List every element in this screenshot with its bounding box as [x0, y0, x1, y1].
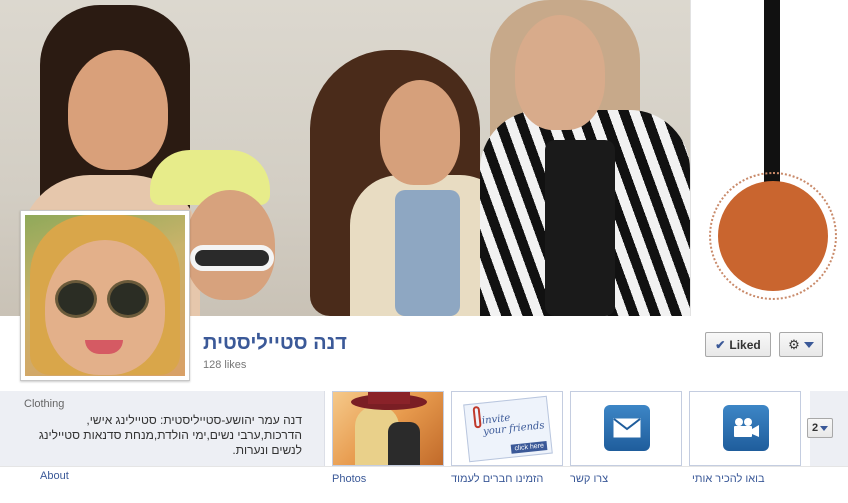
facebook-page: דנה סטייליסטית 128 likes ✔ Liked ⚙ Cloth…	[0, 0, 848, 503]
app-invite-friends-label[interactable]: הזמינו חברים לעמוד	[451, 473, 543, 485]
app-photos[interactable]	[332, 391, 444, 466]
app-meet-me-label[interactable]: בואו להכיר אותי	[692, 473, 765, 485]
app-invite-friends[interactable]: invite your friends click here	[451, 391, 563, 466]
sunglasses-right-lens	[107, 280, 149, 318]
paperclip-icon	[472, 405, 482, 429]
photos-thumbnail	[333, 392, 443, 465]
page-about-text: דנה עמר יהושע-סטייליסטית: סטיילינג אישי,…	[38, 413, 302, 457]
page-category: Clothing	[24, 398, 65, 410]
page-title[interactable]: דנה סטייליסטית	[203, 332, 347, 355]
checkmark-icon: ✔	[715, 337, 726, 352]
invite-friends-card: invite your friends click here	[463, 395, 553, 463]
caret-down-icon	[803, 341, 814, 348]
profile-picture[interactable]	[20, 210, 190, 381]
app-photos-label[interactable]: Photos	[332, 473, 366, 485]
more-apps-count: 2	[811, 422, 819, 434]
gear-icon: ⚙	[788, 336, 800, 352]
app-meet-me[interactable]	[689, 391, 801, 466]
brand-logo	[690, 0, 848, 316]
liked-button[interactable]: ✔ Liked	[705, 332, 771, 357]
more-apps-button[interactable]: 2	[807, 418, 833, 438]
about-link[interactable]: About	[40, 470, 69, 482]
envelope-icon	[604, 405, 650, 451]
sunglasses-left-lens	[55, 280, 97, 318]
caret-down-icon	[820, 425, 829, 431]
settings-dropdown-button[interactable]: ⚙	[779, 332, 823, 357]
app-contact[interactable]	[570, 391, 682, 466]
likes-count[interactable]: 128 likes	[203, 359, 246, 371]
app-contact-label[interactable]: צרו קשר	[570, 473, 608, 485]
video-camera-icon	[723, 405, 769, 451]
page-info-box[interactable]: Clothing דנה עמר יהושע-סטייליסטית: סטייל…	[0, 391, 325, 466]
divider	[0, 466, 848, 467]
liked-button-label: Liked	[729, 337, 761, 352]
